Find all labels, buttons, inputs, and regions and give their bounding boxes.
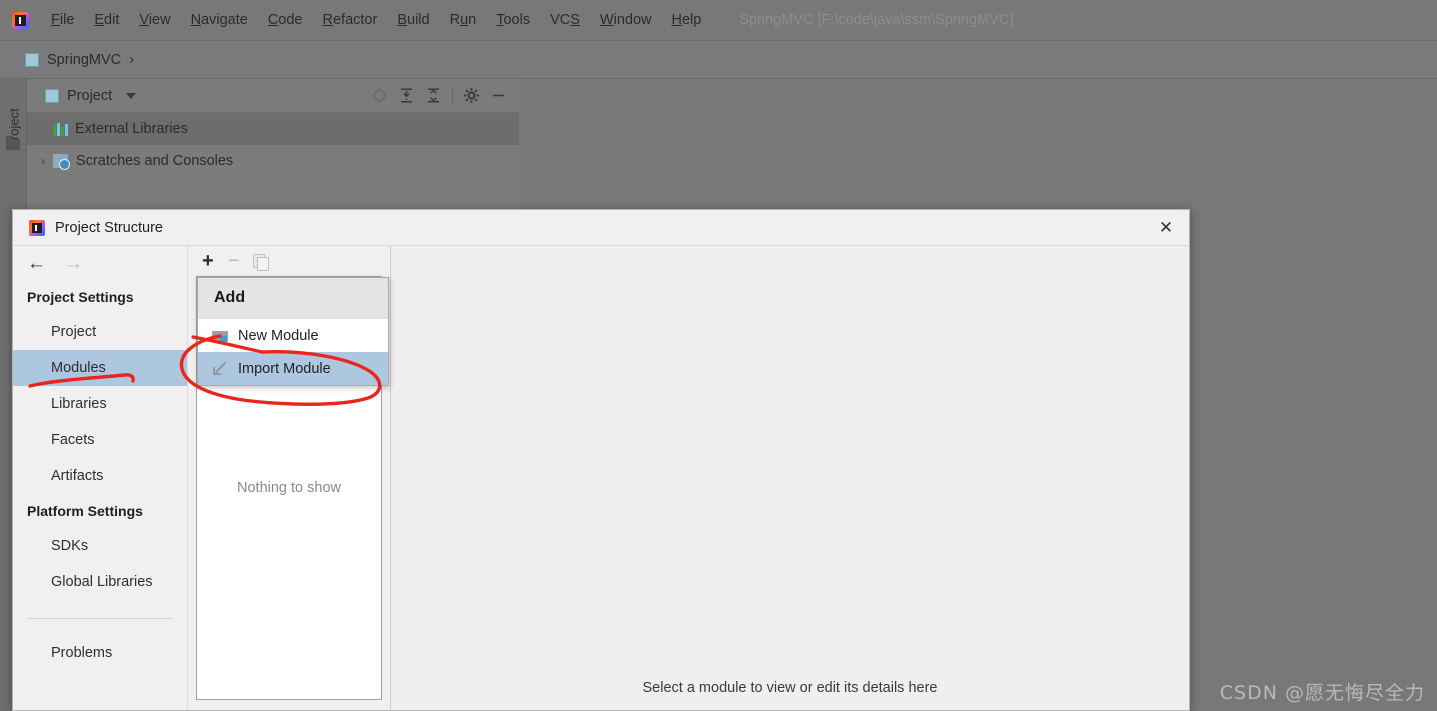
sidebar-item-label: SDKs [51,538,89,554]
breadcrumb-separator: › [129,51,134,68]
tree-item-label: External Libraries [75,121,188,137]
sidebar-divider [27,618,173,619]
window-title: SpringMVC [F:\code\java\ssm\SpringMVC] [739,12,1014,28]
project-structure-dialog: Project Structure ✕ ← → Project Settings… [12,209,1190,711]
add-popup-menu: Add New Module Import Module [197,277,389,386]
minus-icon[interactable]: − [228,251,240,271]
tree-item-external-libraries[interactable]: External Libraries [27,113,519,145]
dialog-title: Project Structure [55,219,163,236]
menu-item-run[interactable]: Run [440,9,487,31]
sidebar-item-label: Artifacts [51,468,104,484]
copy-icon[interactable] [253,254,270,271]
new-module-folder-icon [212,329,228,342]
add-popup-title: Add [198,278,388,319]
sidebar-group-project-settings: Project Settings [27,289,134,305]
sidebar-item-artifacts[interactable]: Artifacts [13,458,187,494]
expand-all-icon[interactable] [398,87,415,104]
sidebar-item-global-libraries[interactable]: Global Libraries [13,564,187,600]
arrow-left-icon[interactable]: ← [27,254,46,273]
chevron-right-icon[interactable]: › [41,155,51,167]
detail-pane-hint: Select a module to view or edit its deta… [642,680,938,696]
sidebar-item-libraries[interactable]: Libraries [13,386,187,422]
modules-empty-text: Nothing to show [237,480,341,496]
arrow-right-icon[interactable]: → [64,254,83,273]
modules-list[interactable]: Nothing to show Add New Module Import Mo… [196,276,389,700]
sidebar-item-project[interactable]: Project [13,314,187,350]
sidebar-item-problems[interactable]: Problems [13,635,187,671]
hide-icon[interactable] [490,87,507,104]
menu-item-refactor[interactable]: Refactor [313,9,388,31]
locate-icon[interactable] [371,87,388,104]
sidebar-group-platform-settings: Platform Settings [27,503,143,519]
popup-item-import-module[interactable]: Import Module [198,352,388,385]
breadcrumb-bar: SpringMVC › [0,41,1437,79]
menu-item-navigate[interactable]: Navigate [181,9,258,31]
dialog-nav-bar: ← → [13,246,187,280]
sidebar-item-label: Project [51,324,97,340]
popup-item-new-module[interactable]: New Module [198,319,388,352]
sidebar-item-label: Problems [51,645,113,661]
menu-item-view[interactable]: View [129,9,180,31]
module-icon [25,52,39,67]
sidebar-item-modules[interactable]: Modules [13,350,187,386]
dialog-body: ← → Project Settings Project Modules Lib… [13,246,1189,710]
project-panel-header: Project [27,79,519,113]
dialog-title-bar: Project Structure ✕ [13,210,1189,246]
sidebar-item-label: Global Libraries [51,574,153,590]
tree-item-scratches-and-consoles[interactable]: › Scratches and Consoles [27,145,519,177]
sidebar-item-label: Modules [51,360,106,376]
module-detail-pane: Select a module to view or edit its deta… [391,246,1189,710]
menu-item-help[interactable]: Help [661,9,711,31]
chevron-down-icon[interactable] [126,92,137,99]
breadcrumb-project[interactable]: SpringMVC [47,52,121,68]
modules-toolbar: + − [188,246,390,276]
menu-item-file[interactable]: File [41,9,84,31]
sidebar-item-label: Facets [51,432,95,448]
toolbar-divider [452,86,453,105]
sidebar-item-sdks[interactable]: SDKs [13,528,187,564]
popup-item-label: Import Module [238,360,331,377]
sidebar-item-facets[interactable]: Facets [13,422,187,458]
sidebar-item-label: Libraries [51,396,107,412]
menu-item-tools[interactable]: Tools [486,9,540,31]
menu-item-code[interactable]: Code [258,9,313,31]
menu-item-build[interactable]: Build [387,9,439,31]
collapse-all-icon[interactable] [425,87,442,104]
menu-item-vcs[interactable]: VCS [540,9,590,31]
tree-item-label: Scratches and Consoles [76,153,234,169]
plus-icon[interactable]: + [202,251,214,271]
project-panel-title: Project [67,87,113,104]
project-icon [45,88,59,103]
close-icon[interactable]: ✕ [1143,210,1189,246]
libraries-icon [53,122,68,136]
scratches-icon [53,154,70,170]
folder-icon[interactable] [6,136,20,150]
dialog-sidebar: ← → Project Settings Project Modules Lib… [13,246,188,710]
intellij-logo-icon [29,219,45,236]
popup-item-label: New Module [238,327,319,344]
menu-item-edit[interactable]: Edit [84,9,129,31]
menu-bar: File Edit View Navigate Code Refactor Bu… [0,0,1437,41]
import-module-icon [212,361,228,376]
csdn-watermark: CSDN @愿无悔尽全力 [1219,682,1425,704]
project-panel-toolbar [371,86,519,105]
intellij-logo-icon [12,11,29,29]
modules-column: + − Nothing to show Add New Module Impor… [188,246,391,710]
menu-item-window[interactable]: Window [590,9,662,31]
gear-icon[interactable] [463,87,480,104]
